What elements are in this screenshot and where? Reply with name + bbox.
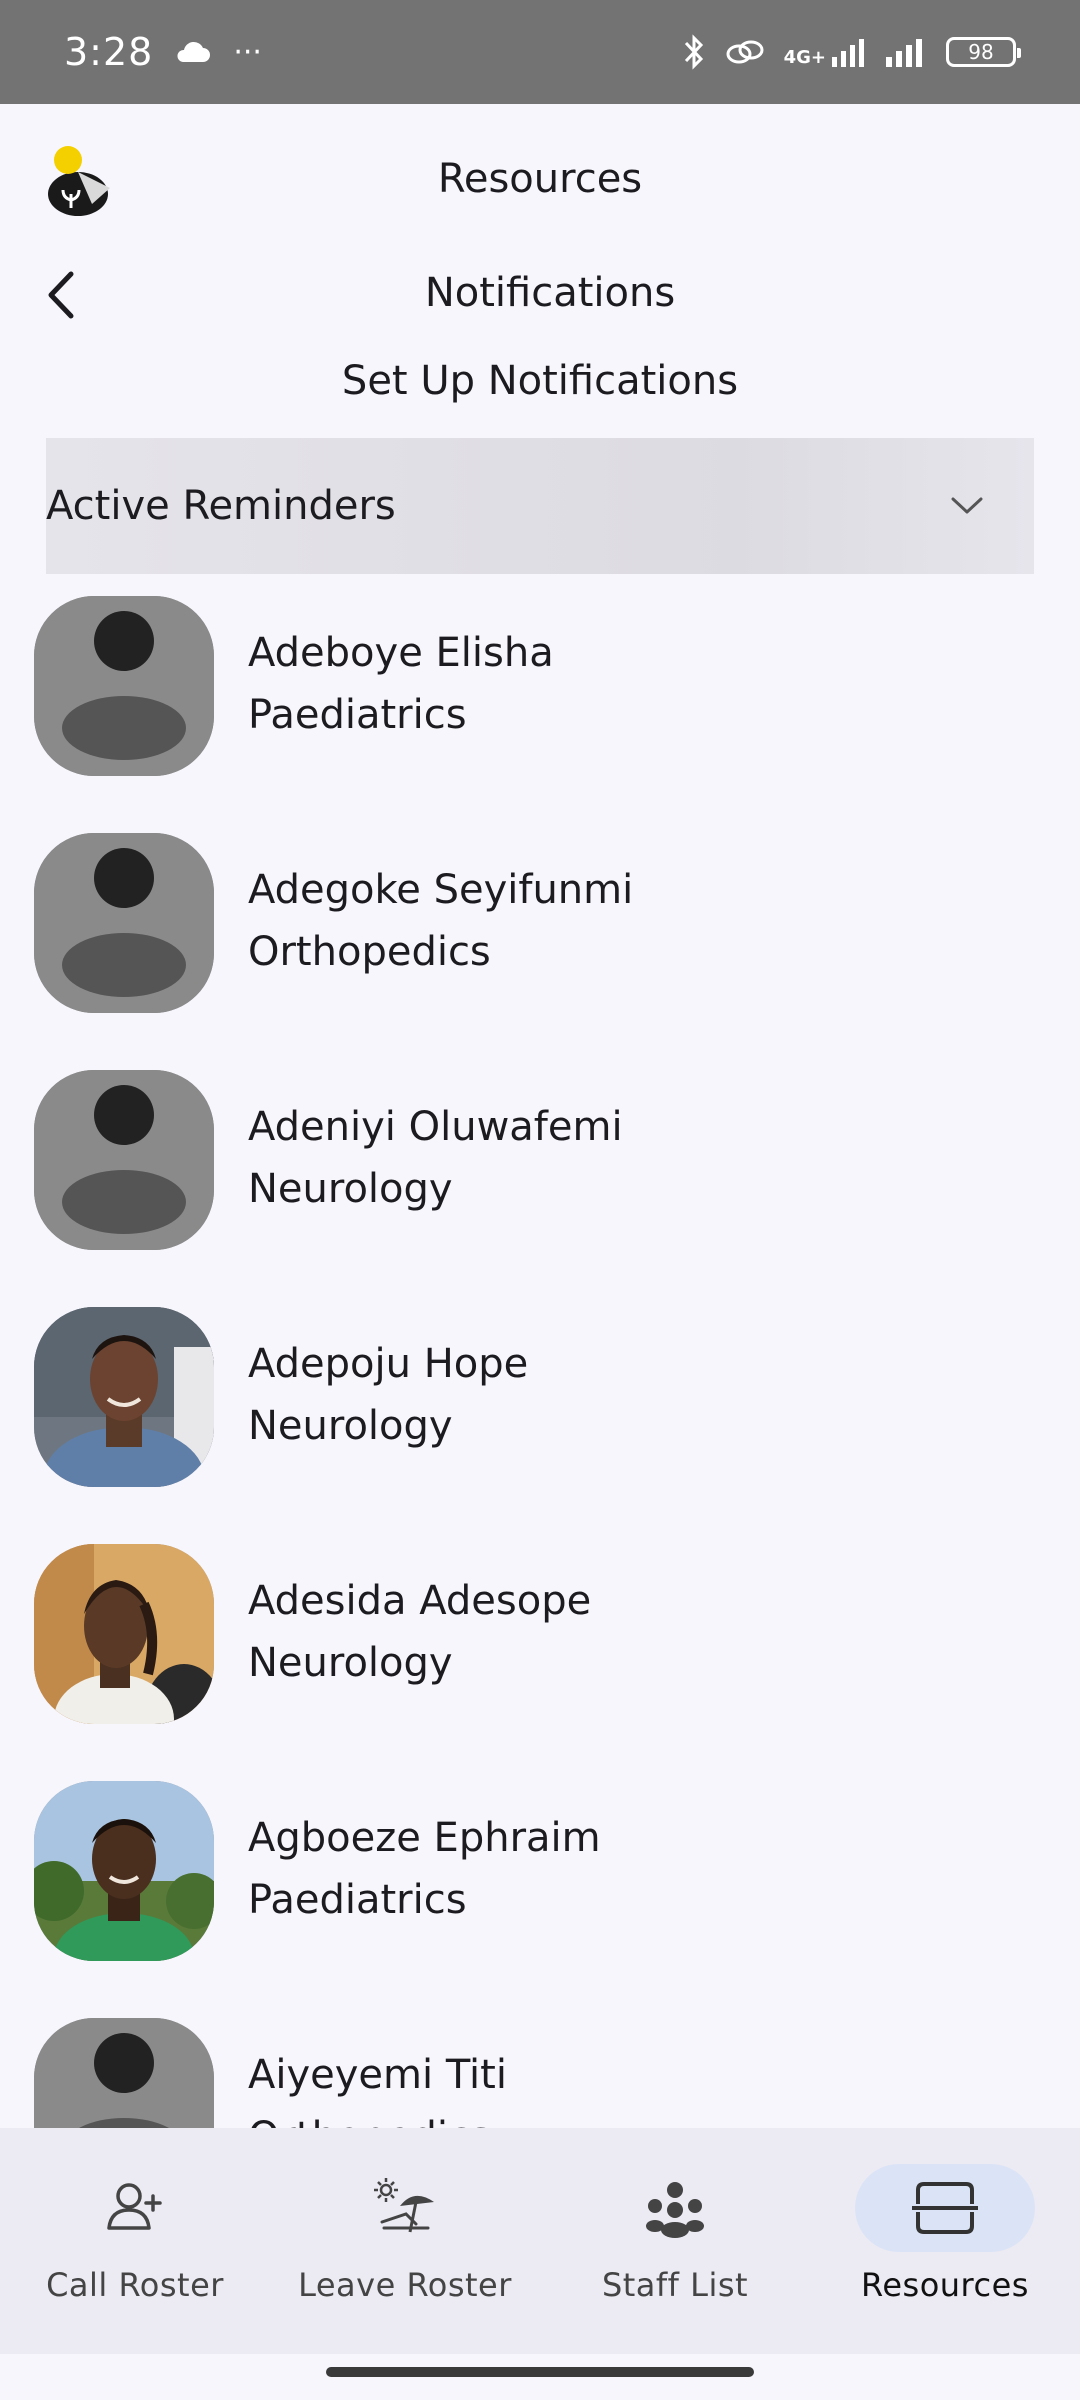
setup-notifications-title: Set Up Notifications — [341, 358, 739, 404]
staff-department: Orthopedics — [248, 929, 491, 975]
page-title: Resources — [437, 156, 643, 202]
staff-list-item[interactable]: Adeniyi Oluwafemi Neurology — [0, 1070, 1080, 1270]
nav-label: Leave Roster — [298, 2266, 512, 2304]
nav-resources[interactable]: Resources — [810, 2128, 1080, 2354]
beach-icon — [374, 2178, 434, 2233]
staff-list-item[interactable]: Adepoju Hope Neurology — [0, 1307, 1080, 1507]
battery-level: 98 — [968, 40, 994, 64]
notifications-title: Notifications — [424, 270, 676, 316]
staff-name: Aiyeyemi Titi — [248, 2052, 507, 2098]
staff-name: Adegoke Seyifunmi — [248, 867, 634, 913]
nav-icon-container — [585, 2164, 765, 2252]
staff-list-item[interactable]: Aiyeyemi Titi Orthopedics — [0, 2018, 1080, 2128]
staff-name: Adeniyi Oluwafemi — [248, 1104, 623, 1150]
staff-department: Orthopedics — [248, 2114, 491, 2128]
active-reminders-dropdown[interactable]: Active Reminders — [46, 438, 1034, 574]
status-time: 3:28 — [64, 30, 154, 74]
signal-4g-group: 4G+ — [784, 37, 866, 67]
staff-list-item[interactable]: Agboeze Ephraim Paediatrics — [0, 1781, 1080, 1981]
nav-icon-container-active — [855, 2164, 1035, 2252]
status-left: 3:28 ··· — [64, 30, 262, 74]
staff-name: Adesida Adesope — [248, 1578, 592, 1624]
home-indicator[interactable] — [326, 2367, 754, 2377]
cloud-icon — [177, 41, 211, 62]
staff-department: Paediatrics — [248, 692, 467, 738]
avatar-photo — [34, 1544, 214, 1724]
staff-name: Adepoju Hope — [248, 1341, 529, 1387]
app-header: Resources — [0, 104, 1080, 264]
staff-department: Neurology — [248, 1640, 453, 1686]
avatar-placeholder — [34, 2018, 214, 2128]
nav-leave-roster[interactable]: Leave Roster — [270, 2128, 540, 2354]
staff-list-item[interactable]: Adegoke Seyifunmi Orthopedics — [0, 833, 1080, 1033]
avatar-photo — [34, 1307, 214, 1487]
nav-label: Resources — [861, 2266, 1029, 2304]
nav-label: Call Roster — [46, 2266, 224, 2304]
nav-label: Staff List — [601, 2266, 749, 2304]
avatar-placeholder — [34, 833, 214, 1013]
avatar-photo — [34, 1781, 214, 1961]
staff-department: Paediatrics — [248, 1877, 467, 1923]
subheader: Notifications — [0, 250, 1080, 340]
staff-list-item[interactable]: Adeboye Elisha Paediatrics — [0, 596, 1080, 796]
gesture-area — [0, 2354, 1080, 2400]
nav-icon-container — [315, 2164, 495, 2252]
staff-list[interactable]: Adeboye Elisha Paediatrics Adegoke Seyif… — [0, 596, 1080, 2128]
link-icon — [726, 40, 764, 64]
signal-icon — [832, 39, 864, 67]
bluetooth-icon — [684, 34, 703, 70]
nav-call-roster[interactable]: Call Roster — [0, 2128, 270, 2354]
signal-icon-2 — [886, 39, 922, 67]
bottom-navigation: Call Roster Leave Roster Staff List Reso… — [0, 2128, 1080, 2354]
dropdown-label: Active Reminders — [46, 483, 396, 529]
person-add-icon — [107, 2183, 162, 2230]
resources-icon — [912, 2182, 978, 2234]
avatar-placeholder — [34, 596, 214, 776]
staff-department: Neurology — [248, 1166, 453, 1212]
staff-department: Neurology — [248, 1403, 453, 1449]
more-notifications-icon: ··· — [233, 34, 262, 70]
chevron-down-icon — [951, 497, 983, 514]
staff-name: Agboeze Ephraim — [248, 1815, 601, 1861]
avatar-placeholder — [34, 1070, 214, 1250]
status-right: 4G+ 98 — [682, 33, 1021, 71]
network-type: 4G+ — [783, 47, 826, 68]
staff-list-item[interactable]: Adesida Adesope Neurology — [0, 1544, 1080, 1744]
group-icon — [646, 2182, 704, 2238]
nav-staff-list[interactable]: Staff List — [540, 2128, 810, 2354]
staff-name: Adeboye Elisha — [248, 630, 554, 676]
battery-indicator: 98 — [946, 37, 1021, 67]
status-bar: 3:28 ··· 4G+ 98 — [0, 0, 1080, 104]
nav-icon-container — [45, 2164, 225, 2252]
